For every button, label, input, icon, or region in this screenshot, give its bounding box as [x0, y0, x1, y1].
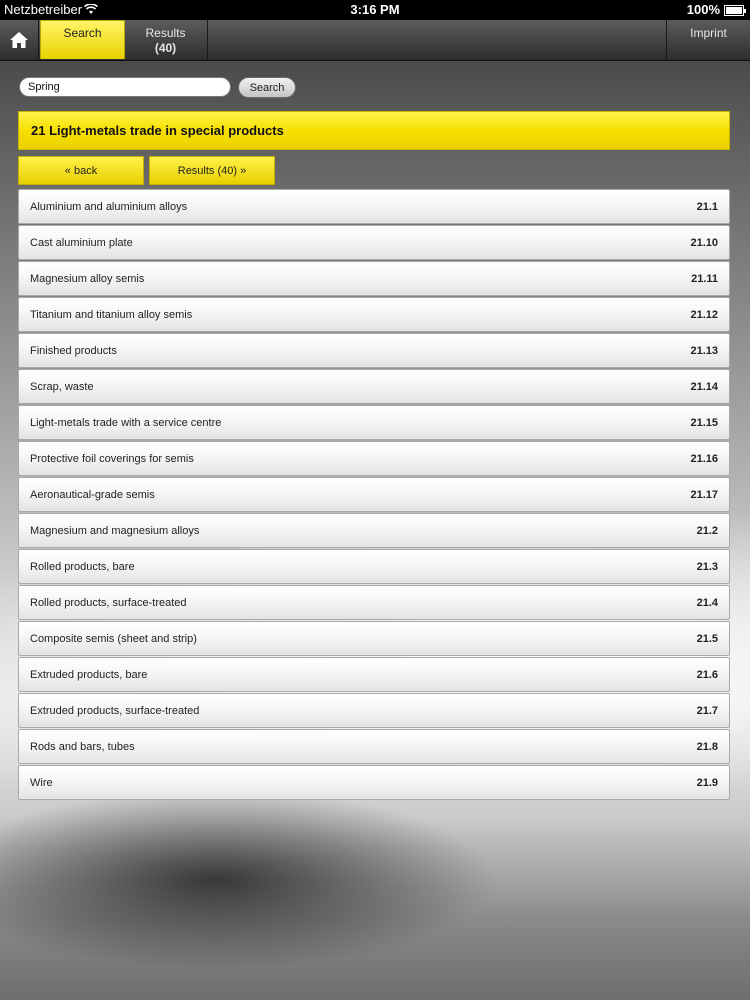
back-button[interactable]: « back [18, 156, 144, 185]
list-item[interactable]: Aluminium and aluminium alloys 21.1 [18, 189, 730, 224]
list-item-code: 21.14 [690, 381, 718, 393]
list-item-code: 21.12 [690, 309, 718, 321]
list-item[interactable]: Extruded products, surface-treated 21.7 [18, 693, 730, 728]
list-item-name: Rolled products, surface-treated [30, 597, 187, 609]
battery-percent: 100% [686, 2, 720, 17]
list-item[interactable]: Cast aluminium plate 21.10 [18, 225, 730, 260]
tab-search[interactable]: Search [40, 20, 125, 59]
clock: 3:16 PM [350, 2, 400, 17]
list-item-name: Magnesium alloy semis [30, 273, 145, 285]
category-title: 21 Light-metals trade in special product… [18, 111, 730, 150]
tab-results[interactable]: Results (40) [124, 20, 208, 60]
list-item-name: Finished products [30, 345, 117, 357]
list-item[interactable]: Light-metals trade with a service centre… [18, 405, 730, 440]
list-item[interactable]: Magnesium and magnesium alloys 21.2 [18, 513, 730, 548]
list-item[interactable]: Wire 21.9 [18, 765, 730, 800]
list-item[interactable]: Titanium and titanium alloy semis 21.12 [18, 297, 730, 332]
list-item-name: Wire [30, 777, 53, 789]
tab-results-label: Results [145, 26, 186, 40]
list-item[interactable]: Aeronautical-grade semis 21.17 [18, 477, 730, 512]
tab-imprint[interactable]: Imprint [666, 20, 750, 60]
list-item[interactable]: Composite semis (sheet and strip) 21.5 [18, 621, 730, 656]
list-item[interactable]: Rolled products, bare 21.3 [18, 549, 730, 584]
list-item[interactable]: Finished products 21.13 [18, 333, 730, 368]
list-item-code: 21.10 [690, 237, 718, 249]
results-button[interactable]: Results (40) » [149, 156, 275, 185]
search-button[interactable]: Search [238, 77, 296, 98]
list-item-code: 21.6 [696, 669, 718, 681]
list-item-code: 21.8 [696, 741, 718, 753]
list-item-code: 21.13 [690, 345, 718, 357]
tab-results-count: (40) [154, 41, 177, 55]
list-item-name: Rolled products, bare [30, 561, 135, 573]
list-item[interactable]: Extruded products, bare 21.6 [18, 657, 730, 692]
home-icon [10, 32, 28, 48]
list-item-name: Titanium and titanium alloy semis [30, 309, 193, 321]
list-item-code: 21.7 [696, 705, 718, 717]
status-bar: Netzbetreiber 3:16 PM 100% [0, 0, 750, 20]
list-item-code: 21.11 [691, 273, 718, 285]
list-item-code: 21.2 [696, 525, 718, 537]
battery-icon [724, 5, 746, 16]
home-button[interactable] [0, 20, 39, 60]
search-input[interactable] [19, 77, 231, 97]
list-item-code: 21.4 [696, 597, 718, 609]
list-item-name: Protective foil coverings for semis [30, 453, 194, 465]
top-nav: Search Results (40) Imprint [0, 20, 750, 61]
list-item-code: 21.9 [696, 777, 718, 789]
list-item-name: Cast aluminium plate [30, 237, 133, 249]
results-list: Aluminium and aluminium alloys 21.1 Cast … [18, 189, 730, 801]
list-item[interactable]: Rods and bars, tubes 21.8 [18, 729, 730, 764]
list-item-code: 21.17 [690, 489, 718, 501]
list-item[interactable]: Protective foil coverings for semis 21.16 [18, 441, 730, 476]
list-item-name: Aluminium and aluminium alloys [30, 201, 188, 213]
list-item-name: Extruded products, surface-treated [30, 705, 200, 717]
list-item-code: 21.5 [696, 633, 718, 645]
list-item-name: Rods and bars, tubes [30, 741, 135, 753]
list-item-name: Extruded products, bare [30, 669, 148, 681]
list-item-name: Aeronautical-grade semis [30, 489, 155, 501]
list-item-code: 21.1 [696, 201, 718, 213]
list-item[interactable]: Magnesium alloy semis 21.11 [18, 261, 730, 296]
list-item-name: Composite semis (sheet and strip) [30, 633, 197, 645]
list-item-name: Scrap, waste [30, 381, 94, 393]
list-item-name: Magnesium and magnesium alloys [30, 525, 200, 537]
list-item-code: 21.15 [690, 417, 718, 429]
list-item-name: Light-metals trade with a service centre [30, 417, 222, 429]
list-item-code: 21.3 [696, 561, 718, 573]
list-item[interactable]: Scrap, waste 21.14 [18, 369, 730, 404]
list-item[interactable]: Rolled products, surface-treated 21.4 [18, 585, 730, 620]
list-item-code: 21.16 [690, 453, 718, 465]
